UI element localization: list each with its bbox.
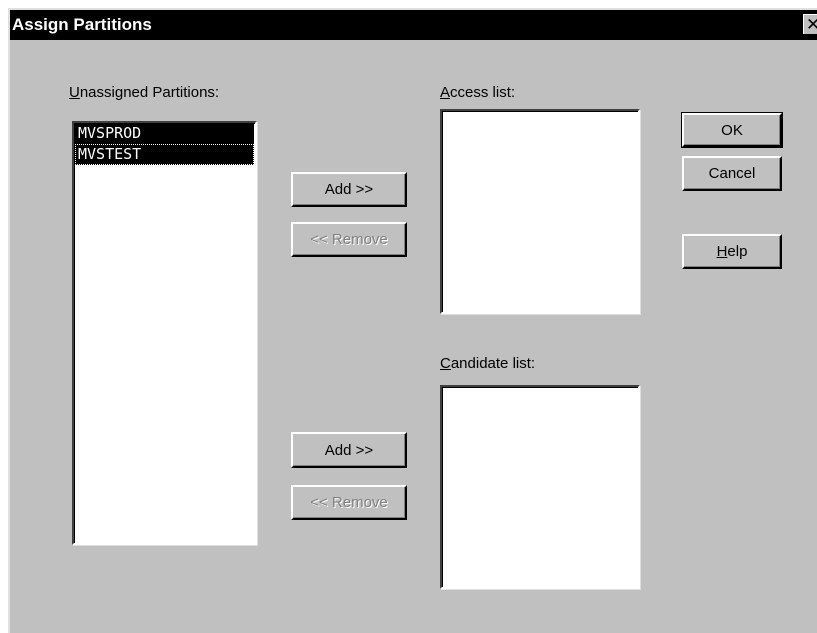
close-icon[interactable]: ✕ [803, 14, 817, 34]
candidate-list-label: Candidate list: [440, 355, 536, 372]
candidate-remove-button[interactable]: << Remove [291, 485, 407, 520]
list-item[interactable]: MVSTEST [75, 144, 254, 165]
access-list-label: Access list: [440, 84, 516, 101]
list-item[interactable]: MVSPROD [75, 123, 254, 144]
access-remove-button[interactable]: << Remove [291, 222, 407, 257]
ok-button[interactable]: OK [681, 112, 783, 148]
unassigned-partitions-label: Unassigned Partitions: [69, 84, 220, 101]
candidate-add-button[interactable]: Add >> [291, 432, 407, 468]
unassigned-partitions-listbox[interactable]: MVSPROD MVSTEST [72, 121, 257, 545]
candidate-listbox[interactable] [440, 385, 640, 589]
assign-partitions-dialog: Assign Partitions ✕ Unassigned Partition… [8, 8, 817, 633]
access-add-button[interactable]: Add >> [291, 172, 407, 207]
cancel-button[interactable]: Cancel [682, 156, 782, 191]
help-button[interactable]: Help [682, 234, 782, 269]
title-bar[interactable]: Assign Partitions ✕ [10, 10, 817, 40]
window-title: Assign Partitions [12, 15, 152, 34]
access-listbox[interactable] [440, 109, 640, 314]
